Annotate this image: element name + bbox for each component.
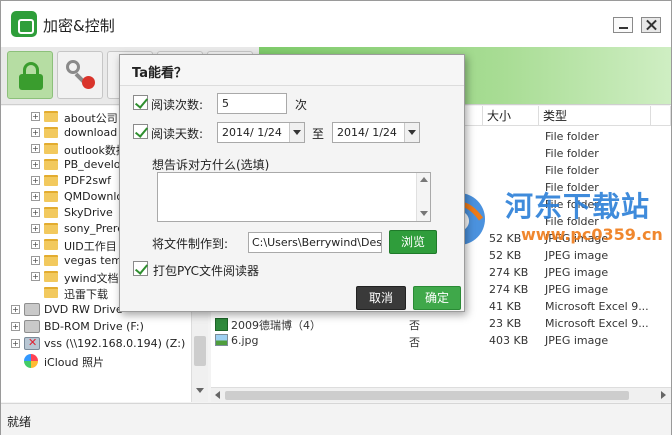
read-count-unit: 次 xyxy=(295,98,308,112)
dvd-drive-icon xyxy=(24,303,40,316)
column-header-type[interactable]: 类型 xyxy=(539,106,651,126)
encrypt-button[interactable] xyxy=(7,51,53,99)
textarea-scrollbar[interactable] xyxy=(416,173,430,221)
folder-icon xyxy=(44,287,58,298)
expand-icon[interactable]: + xyxy=(11,322,20,331)
close-button[interactable] xyxy=(641,17,661,33)
table-row[interactable]: 6.jpg 否 403 KB JPEG image xyxy=(211,333,671,350)
end-date-picker[interactable]: 2014/ 1/24 xyxy=(332,122,420,143)
expand-icon[interactable]: + xyxy=(31,176,40,185)
read-count-input[interactable] xyxy=(217,93,287,114)
expand-icon[interactable]: + xyxy=(31,112,40,121)
icloud-photos-icon xyxy=(24,354,38,368)
dialog-body: 阅读次数: 次 阅读天数: 2014/ 1/24 至 2014/ 1/24 想告… xyxy=(120,85,464,311)
pack-reader-checkbox[interactable] xyxy=(133,261,148,276)
expand-icon[interactable]: + xyxy=(31,192,40,201)
expand-icon[interactable]: + xyxy=(31,240,40,249)
scroll-left-icon[interactable] xyxy=(215,391,220,399)
expand-icon[interactable]: + xyxy=(11,305,20,314)
read-count-label: 阅读次数: xyxy=(151,98,204,112)
pack-reader-label: 打包PYC文件阅读器 xyxy=(153,264,260,278)
main-window: 加密&控制 + about公司 + download + outlook数据 +… xyxy=(0,0,672,435)
lock-icon xyxy=(19,62,43,90)
scroll-down-icon[interactable] xyxy=(420,211,428,216)
folder-icon xyxy=(44,239,58,250)
read-days-label: 阅读天数: xyxy=(151,127,204,141)
expand-icon[interactable]: + xyxy=(11,339,20,348)
chevron-down-icon[interactable] xyxy=(289,123,304,142)
excel-file-icon xyxy=(215,318,228,331)
folder-icon xyxy=(44,143,58,154)
browse-button[interactable]: 浏览 xyxy=(389,230,437,254)
folder-icon xyxy=(44,175,58,186)
file-list-hscrollbar[interactable] xyxy=(211,387,671,402)
column-header-extra[interactable] xyxy=(651,106,671,126)
image-file-icon xyxy=(215,334,228,346)
save-to-label: 将文件制作到: xyxy=(152,237,229,251)
folder-icon xyxy=(44,127,58,138)
decrypt-button[interactable] xyxy=(57,51,103,99)
expand-icon[interactable]: + xyxy=(31,224,40,233)
read-count-checkbox[interactable] xyxy=(133,95,148,110)
expand-icon[interactable]: + xyxy=(31,128,40,137)
start-date-value: 2014/ 1/24 xyxy=(222,126,282,139)
app-logo-icon xyxy=(11,11,37,37)
status-bar: 就绪 xyxy=(1,403,671,435)
expand-icon[interactable]: + xyxy=(31,256,40,265)
folder-icon xyxy=(44,207,58,218)
view-permission-dialog: Ta能看？ 阅读次数: 次 阅读天数: 2014/ 1/24 至 2014/ 1… xyxy=(119,54,465,312)
scroll-thumb[interactable] xyxy=(225,391,629,400)
status-text: 就绪 xyxy=(7,415,32,429)
save-path-field[interactable]: C:\Users\Berrywind\Desktop xyxy=(248,232,382,253)
network-drive-icon xyxy=(24,336,40,350)
folder-icon xyxy=(44,271,58,282)
scroll-down-icon[interactable] xyxy=(196,388,204,393)
ok-button[interactable]: 确定 xyxy=(413,286,461,310)
expand-icon[interactable]: + xyxy=(31,272,40,281)
key-forbidden-icon xyxy=(66,60,96,90)
message-textarea[interactable] xyxy=(157,172,431,222)
bd-drive-icon xyxy=(24,320,40,333)
start-date-picker[interactable]: 2014/ 1/24 xyxy=(217,122,305,143)
chevron-down-icon[interactable] xyxy=(404,123,419,142)
folder-icon xyxy=(44,191,58,202)
scroll-thumb[interactable] xyxy=(194,336,206,366)
folder-icon xyxy=(44,159,58,170)
scroll-up-icon[interactable] xyxy=(420,177,428,182)
cancel-button[interactable]: 取消 xyxy=(356,286,406,310)
expand-icon[interactable]: + xyxy=(31,144,40,153)
expand-icon[interactable]: + xyxy=(31,160,40,169)
column-header-size[interactable]: 大小 xyxy=(483,106,539,126)
folder-icon xyxy=(44,111,58,122)
folder-icon xyxy=(44,255,58,266)
folder-icon xyxy=(44,223,58,234)
date-to-label: 至 xyxy=(312,127,325,141)
scroll-right-icon[interactable] xyxy=(661,391,666,399)
title-bar: 加密&控制 xyxy=(1,1,671,47)
minimize-button[interactable] xyxy=(613,17,633,33)
message-label: 想告诉对方什么(选填) xyxy=(152,158,270,172)
table-row[interactable]: 2009德瑞博（4） 否 23 KB Microsoft Excel 9... xyxy=(211,316,671,333)
read-days-checkbox[interactable] xyxy=(133,124,148,139)
window-title: 加密&控制 xyxy=(43,17,115,35)
end-date-value: 2014/ 1/24 xyxy=(337,126,397,139)
dialog-title: Ta能看？ xyxy=(132,66,187,81)
expand-icon[interactable]: + xyxy=(31,208,40,217)
